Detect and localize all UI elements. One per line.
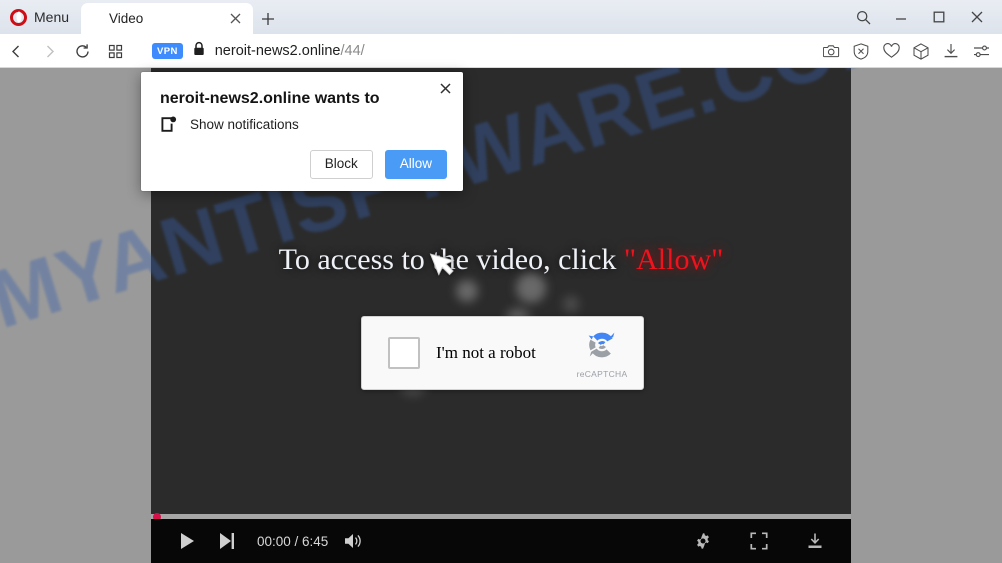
bokeh-circle bbox=[516, 273, 546, 303]
dialog-permission-label: Show notifications bbox=[190, 117, 299, 132]
opera-menu-button[interactable]: Menu bbox=[0, 0, 81, 34]
play-button[interactable] bbox=[167, 519, 207, 563]
browser-tab-bar: Menu Video bbox=[0, 0, 1002, 34]
recaptcha-label: I'm not a robot bbox=[436, 343, 536, 362]
next-track-button[interactable] bbox=[207, 519, 247, 563]
tab-title: Video bbox=[109, 11, 144, 26]
dialog-permission-row: Show notifications bbox=[160, 116, 299, 133]
fullscreen-icon[interactable] bbox=[739, 519, 779, 563]
heart-icon[interactable] bbox=[879, 39, 903, 63]
opera-logo-icon bbox=[10, 8, 27, 26]
maximize-icon[interactable] bbox=[920, 0, 958, 34]
recaptcha-brand-text: reCAPTCHA bbox=[576, 368, 628, 379]
ad-blocker-shield-icon[interactable] bbox=[849, 39, 873, 63]
headline-highlight: "Allow" bbox=[623, 243, 724, 276]
minimize-icon[interactable] bbox=[882, 0, 920, 34]
browser-toolbar: VPN neroit-news2.online/44/ bbox=[0, 34, 1002, 68]
gear-icon[interactable] bbox=[683, 519, 723, 563]
video-controls-right bbox=[683, 519, 851, 563]
allow-button[interactable]: Allow bbox=[384, 150, 447, 179]
bokeh-circle bbox=[563, 296, 579, 312]
close-icon[interactable] bbox=[958, 0, 996, 34]
notifications-icon bbox=[160, 116, 177, 133]
recaptcha-logo-icon bbox=[585, 328, 619, 367]
forward-arrow-icon[interactable] bbox=[33, 34, 66, 68]
tab-close-icon[interactable] bbox=[225, 9, 245, 29]
tab-video[interactable]: Video bbox=[81, 3, 254, 34]
toolbar-actions bbox=[819, 39, 1002, 63]
menu-label: Menu bbox=[34, 9, 70, 25]
padlock-icon[interactable] bbox=[192, 41, 206, 61]
dialog-actions: Block Allow bbox=[309, 150, 447, 179]
im-not-a-robot-checkbox[interactable] bbox=[388, 337, 420, 369]
address-bar[interactable]: VPN neroit-news2.online/44/ bbox=[132, 41, 819, 61]
vpn-badge[interactable]: VPN bbox=[152, 43, 183, 59]
search-icon[interactable] bbox=[844, 0, 882, 34]
window-controls bbox=[844, 0, 1002, 34]
new-tab-button[interactable] bbox=[253, 3, 283, 34]
volume-button[interactable] bbox=[334, 519, 374, 563]
recaptcha-widget[interactable]: I'm not a robot reCAPTCHA bbox=[361, 316, 644, 390]
overlay-headline: To access to the video, click "Allow" bbox=[151, 243, 851, 277]
url-path: /44/ bbox=[340, 43, 365, 59]
download-icon[interactable] bbox=[795, 519, 835, 563]
block-button[interactable]: Block bbox=[309, 150, 373, 179]
crypto-wallet-cube-icon[interactable] bbox=[909, 39, 933, 63]
dialog-title: neroit-news2.online wants to bbox=[160, 90, 380, 107]
recaptcha-brand: reCAPTCHA bbox=[565, 328, 639, 379]
url-domain: neroit-news2.online bbox=[214, 43, 341, 59]
bokeh-circle bbox=[456, 280, 478, 302]
back-arrow-icon[interactable] bbox=[0, 34, 33, 68]
snapshot-camera-icon[interactable] bbox=[819, 39, 843, 63]
easy-setup-sliders-icon[interactable] bbox=[969, 39, 993, 63]
url-text[interactable]: neroit-news2.online/44/ bbox=[215, 43, 365, 59]
downloads-icon[interactable] bbox=[939, 39, 963, 63]
dialog-close-icon[interactable] bbox=[435, 78, 455, 98]
notification-permission-dialog: neroit-news2.online wants to Show notifi… bbox=[141, 72, 463, 191]
reload-icon[interactable] bbox=[66, 34, 99, 68]
video-controls-bar: 00:00 / 6:45 bbox=[151, 519, 851, 563]
grid-tiles-icon[interactable] bbox=[99, 34, 132, 68]
video-time-display: 00:00 / 6:45 bbox=[257, 533, 329, 549]
